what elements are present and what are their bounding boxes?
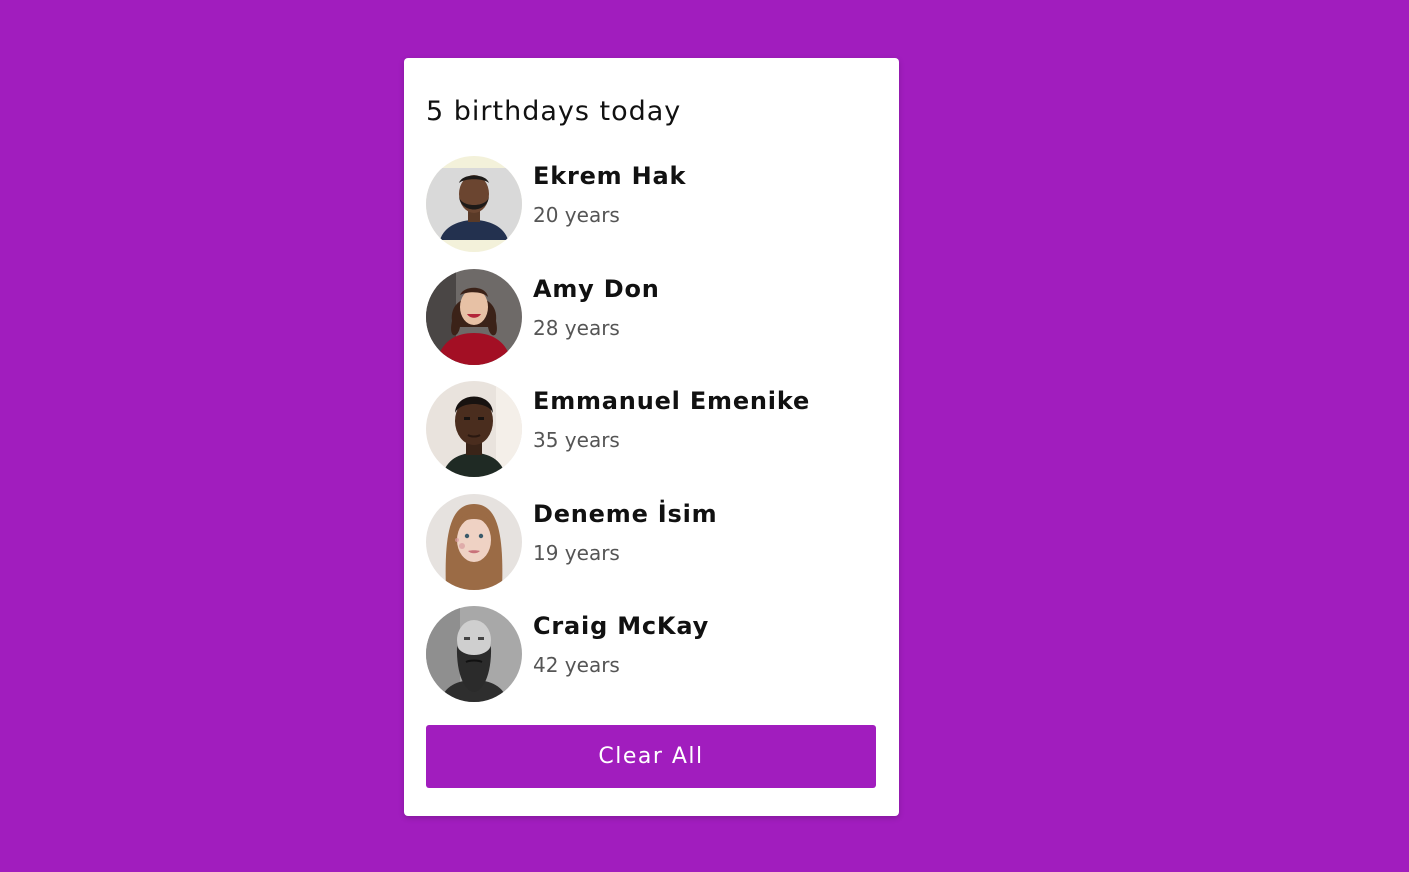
person-photo-icon [426, 493, 522, 590]
avatar [426, 606, 522, 703]
avatar [426, 156, 522, 252]
avatar [426, 381, 522, 478]
person-age: 35 years [533, 428, 620, 453]
person-photo-icon [426, 268, 522, 365]
person-name: Deneme İsim [533, 499, 718, 528]
person-age: 42 years [533, 653, 620, 678]
list-item: Ekrem Hak 20 years [426, 156, 876, 252]
person-age: 28 years [533, 315, 620, 340]
person-age: 19 years [533, 540, 620, 565]
list-item: Emmanuel Emenike 35 years [426, 381, 876, 478]
person-name: Ekrem Hak [533, 162, 687, 190]
person-name: Craig McKay [533, 612, 710, 641]
list-item: Deneme İsim 19 years [426, 493, 876, 590]
birthday-list: Ekrem Hak 20 years Amy Don 28 years Emma… [426, 156, 876, 719]
person-name: Emmanuel Emenike [533, 387, 811, 416]
clear-all-button[interactable]: Clear All [426, 725, 876, 788]
avatar [426, 493, 522, 590]
person-age: 20 years [533, 203, 620, 227]
list-item: Amy Don 28 years [426, 268, 876, 365]
person-name: Amy Don [533, 274, 660, 303]
card-title: 5 birthdays today [426, 96, 682, 127]
person-photo-icon [426, 381, 522, 478]
person-photo-icon [426, 156, 522, 252]
birthday-card: 5 birthdays today Ekrem Hak 20 years Amy… [404, 58, 899, 816]
list-item: Craig McKay 42 years [426, 606, 876, 703]
avatar [426, 268, 522, 365]
person-photo-icon [426, 606, 522, 703]
